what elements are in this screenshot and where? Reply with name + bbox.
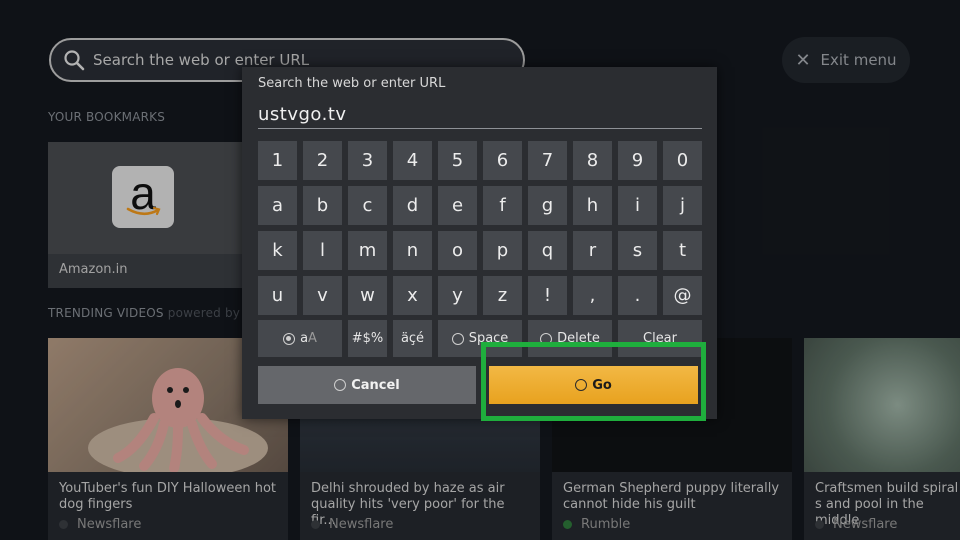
key-e[interactable]: e bbox=[438, 186, 477, 225]
key-j[interactable]: j bbox=[663, 186, 702, 225]
key-z[interactable]: z bbox=[483, 276, 522, 315]
key-m[interactable]: m bbox=[348, 231, 387, 270]
symbols-key[interactable]: #$% bbox=[348, 320, 387, 357]
key-h[interactable]: h bbox=[573, 186, 612, 225]
play-pause-icon bbox=[451, 332, 464, 345]
key-3[interactable]: 3 bbox=[348, 141, 387, 180]
key-a[interactable]: a bbox=[258, 186, 297, 225]
key-symbol[interactable]: . bbox=[618, 276, 657, 315]
key-f[interactable]: f bbox=[483, 186, 522, 225]
key-2[interactable]: 2 bbox=[303, 141, 342, 180]
key-c[interactable]: c bbox=[348, 186, 387, 225]
key-8[interactable]: 8 bbox=[573, 141, 612, 180]
back-icon bbox=[334, 379, 347, 391]
key-0[interactable]: 0 bbox=[663, 141, 702, 180]
key-t[interactable]: t bbox=[663, 231, 702, 270]
key-1[interactable]: 1 bbox=[258, 141, 297, 180]
key-q[interactable]: q bbox=[528, 231, 567, 270]
accents-key[interactable]: äçé bbox=[393, 320, 432, 357]
menu-button-icon bbox=[283, 332, 296, 345]
key-5[interactable]: 5 bbox=[438, 141, 477, 180]
url-input[interactable]: ustvgo.tv bbox=[258, 104, 347, 125]
go-button-highlight-box bbox=[481, 342, 706, 421]
key-x[interactable]: x bbox=[393, 276, 432, 315]
key-n[interactable]: n bbox=[393, 231, 432, 270]
key-s[interactable]: s bbox=[618, 231, 657, 270]
key-y[interactable]: y bbox=[438, 276, 477, 315]
key-o[interactable]: o bbox=[438, 231, 477, 270]
key-b[interactable]: b bbox=[303, 186, 342, 225]
key-symbol[interactable]: @ bbox=[663, 276, 702, 315]
key-g[interactable]: g bbox=[528, 186, 567, 225]
key-4[interactable]: 4 bbox=[393, 141, 432, 180]
key-symbol[interactable]: ! bbox=[528, 276, 567, 315]
key-w[interactable]: w bbox=[348, 276, 387, 315]
key-p[interactable]: p bbox=[483, 231, 522, 270]
key-r[interactable]: r bbox=[573, 231, 612, 270]
key-u[interactable]: u bbox=[258, 276, 297, 315]
key-k[interactable]: k bbox=[258, 231, 297, 270]
key-9[interactable]: 9 bbox=[618, 141, 657, 180]
key-symbol[interactable]: , bbox=[573, 276, 612, 315]
case-toggle-key[interactable]: aA bbox=[258, 320, 342, 357]
key-7[interactable]: 7 bbox=[528, 141, 567, 180]
key-6[interactable]: 6 bbox=[483, 141, 522, 180]
cancel-button[interactable]: Cancel bbox=[258, 366, 476, 404]
input-underline bbox=[258, 128, 702, 129]
key-v[interactable]: v bbox=[303, 276, 342, 315]
key-l[interactable]: l bbox=[303, 231, 342, 270]
key-i[interactable]: i bbox=[618, 186, 657, 225]
key-d[interactable]: d bbox=[393, 186, 432, 225]
keyboard-prompt: Search the web or enter URL bbox=[258, 76, 446, 91]
